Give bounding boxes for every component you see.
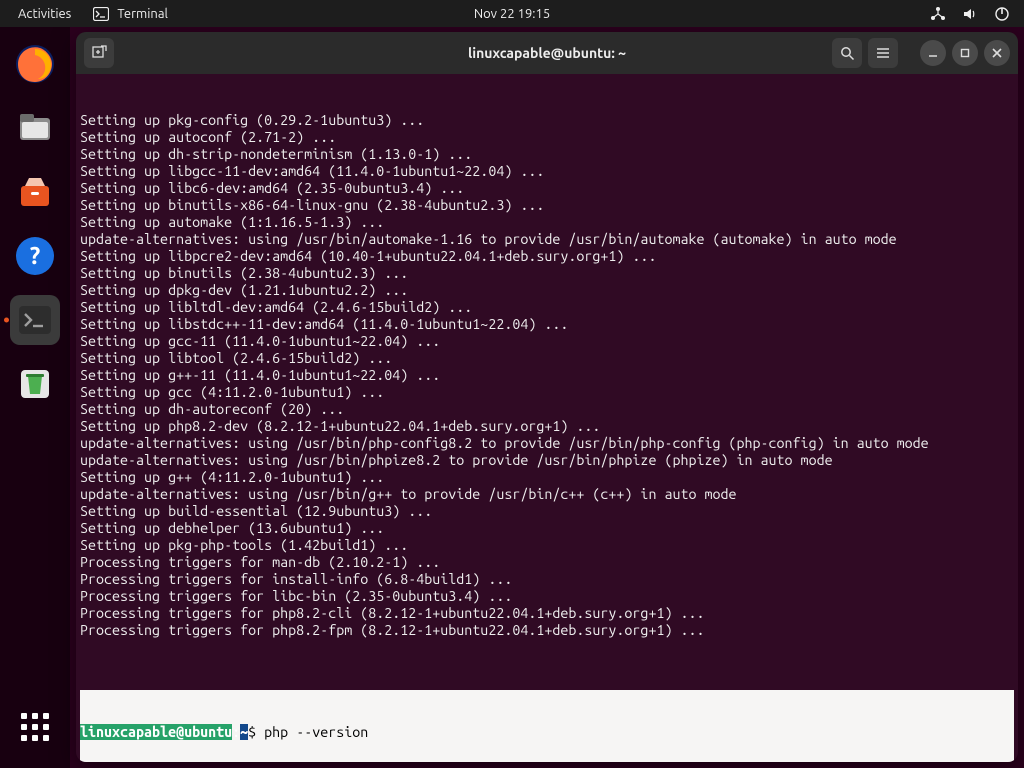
terminal-line: Setting up build-essential (12.9ubuntu3)… [80, 503, 1014, 520]
terminal-line: Setting up binutils (2.38-4ubuntu2.3) ..… [80, 265, 1014, 282]
dock: ? [0, 27, 70, 768]
terminal-line: Setting up dh-autoreconf (20) ... [80, 401, 1014, 418]
terminal-line: Setting up dpkg-dev (1.21.1ubuntu2.2) ..… [80, 282, 1014, 299]
close-button[interactable] [984, 40, 1010, 66]
prompt-path: ~ [240, 724, 248, 740]
terminal-line: Setting up automake (1:1.16.5-1.3) ... [80, 214, 1014, 231]
running-indicator-dot [4, 318, 9, 323]
dock-files[interactable] [10, 103, 60, 153]
new-tab-button[interactable] [84, 38, 114, 68]
typed-command: php --version [264, 724, 368, 740]
terminal-line: update-alternatives: using /usr/bin/phpi… [80, 452, 1014, 469]
terminal-line: Setting up dh-strip-nondeterminism (1.13… [80, 146, 1014, 163]
terminal-line: Processing triggers for php8.2-fpm (8.2.… [80, 622, 1014, 639]
help-icon: ? [14, 235, 56, 277]
close-icon [991, 47, 1003, 59]
dock-help[interactable]: ? [10, 231, 60, 281]
firefox-icon [14, 43, 56, 85]
network-icon[interactable] [930, 6, 946, 22]
titlebar[interactable]: linuxcapable@ubuntu: ~ [76, 32, 1018, 74]
svg-text:?: ? [30, 242, 41, 269]
maximize-icon [959, 47, 971, 59]
panel-clock[interactable]: Nov 22 19:15 [474, 7, 550, 21]
active-app-indicator[interactable]: Terminal [93, 7, 168, 21]
new-tab-icon [91, 45, 107, 61]
terminal-line: Setting up libpcre2-dev:amd64 (10.40-1+u… [80, 248, 1014, 265]
terminal-line: Setting up libstdc++-11-dev:amd64 (11.4.… [80, 316, 1014, 333]
activities-button[interactable]: Activities [18, 7, 71, 21]
show-applications[interactable] [10, 702, 60, 752]
minimize-button[interactable] [920, 40, 946, 66]
terminal-window: linuxcapable@ubuntu: ~ Setting up pkg-co… [76, 32, 1018, 762]
volume-icon[interactable] [962, 6, 978, 22]
terminal-viewport[interactable]: Setting up pkg-config (0.29.2-1ubuntu3) … [76, 74, 1018, 762]
terminal-line: Setting up g++ (4:11.2.0-1ubuntu1) ... [80, 469, 1014, 486]
terminal-line: Processing triggers for install-info (6.… [80, 571, 1014, 588]
dock-software[interactable] [10, 167, 60, 217]
apps-grid-icon [21, 713, 49, 741]
terminal-line: Setting up g++-11 (11.4.0-1ubuntu1~22.04… [80, 367, 1014, 384]
terminal-line: Setting up libtool (2.4.6-15build2) ... [80, 350, 1014, 367]
prompt-user: linuxcapable@ubuntu [80, 724, 232, 740]
search-icon [840, 46, 855, 61]
search-button[interactable] [832, 38, 862, 68]
terminal-icon [15, 300, 55, 340]
terminal-app-icon [93, 7, 109, 21]
hamburger-icon [876, 46, 890, 60]
terminal-scrollback: Setting up pkg-config (0.29.2-1ubuntu3) … [80, 112, 1014, 639]
maximize-button[interactable] [952, 40, 978, 66]
window-title: linuxcapable@ubuntu: ~ [468, 45, 626, 61]
terminal-line: Setting up php8.2-dev (8.2.12-1+ubuntu22… [80, 418, 1014, 435]
dock-trash[interactable] [10, 359, 60, 409]
software-icon [15, 172, 55, 212]
prompt-line-1: linuxcapable@ubuntu:~$ php --version [80, 724, 1014, 741]
terminal-line: Setting up binutils-x86-64-linux-gnu (2.… [80, 197, 1014, 214]
highlighted-region: linuxcapable@ubuntu:~$ php --version PHP… [80, 690, 1014, 762]
power-icon[interactable] [994, 6, 1010, 22]
terminal-line: Setting up pkg-config (0.29.2-1ubuntu3) … [80, 112, 1014, 129]
terminal-line: Processing triggers for php8.2-cli (8.2.… [80, 605, 1014, 622]
active-app-name: Terminal [117, 7, 168, 21]
terminal-line: update-alternatives: using /usr/bin/php-… [80, 435, 1014, 452]
dock-firefox[interactable] [10, 39, 60, 89]
dock-terminal[interactable] [10, 295, 60, 345]
terminal-line: update-alternatives: using /usr/bin/g++ … [80, 486, 1014, 503]
terminal-line: Setting up autoconf (2.71-2) ... [80, 129, 1014, 146]
terminal-line: Setting up gcc-11 (11.4.0-1ubuntu1~22.04… [80, 333, 1014, 350]
gnome-top-panel: Activities Terminal Nov 22 19:15 [0, 0, 1024, 27]
terminal-line: Setting up pkg-php-tools (1.42build1) ..… [80, 537, 1014, 554]
terminal-line: Setting up debhelper (13.6ubuntu1) ... [80, 520, 1014, 537]
terminal-line: Setting up gcc (4:11.2.0-1ubuntu1) ... [80, 384, 1014, 401]
terminal-line: Setting up libc6-dev:amd64 (2.35-0ubuntu… [80, 180, 1014, 197]
terminal-line: Processing triggers for man-db (2.10.2-1… [80, 554, 1014, 571]
terminal-line: update-alternatives: using /usr/bin/auto… [80, 231, 1014, 248]
terminal-line: Setting up libltdl-dev:amd64 (2.4.6-15bu… [80, 299, 1014, 316]
hamburger-menu-button[interactable] [868, 38, 898, 68]
terminal-line: Setting up libgcc-11-dev:amd64 (11.4.0-1… [80, 163, 1014, 180]
trash-icon [15, 364, 55, 404]
minimize-icon [927, 47, 939, 59]
files-icon [15, 108, 55, 148]
terminal-line: Processing triggers for libc-bin (2.35-0… [80, 588, 1014, 605]
